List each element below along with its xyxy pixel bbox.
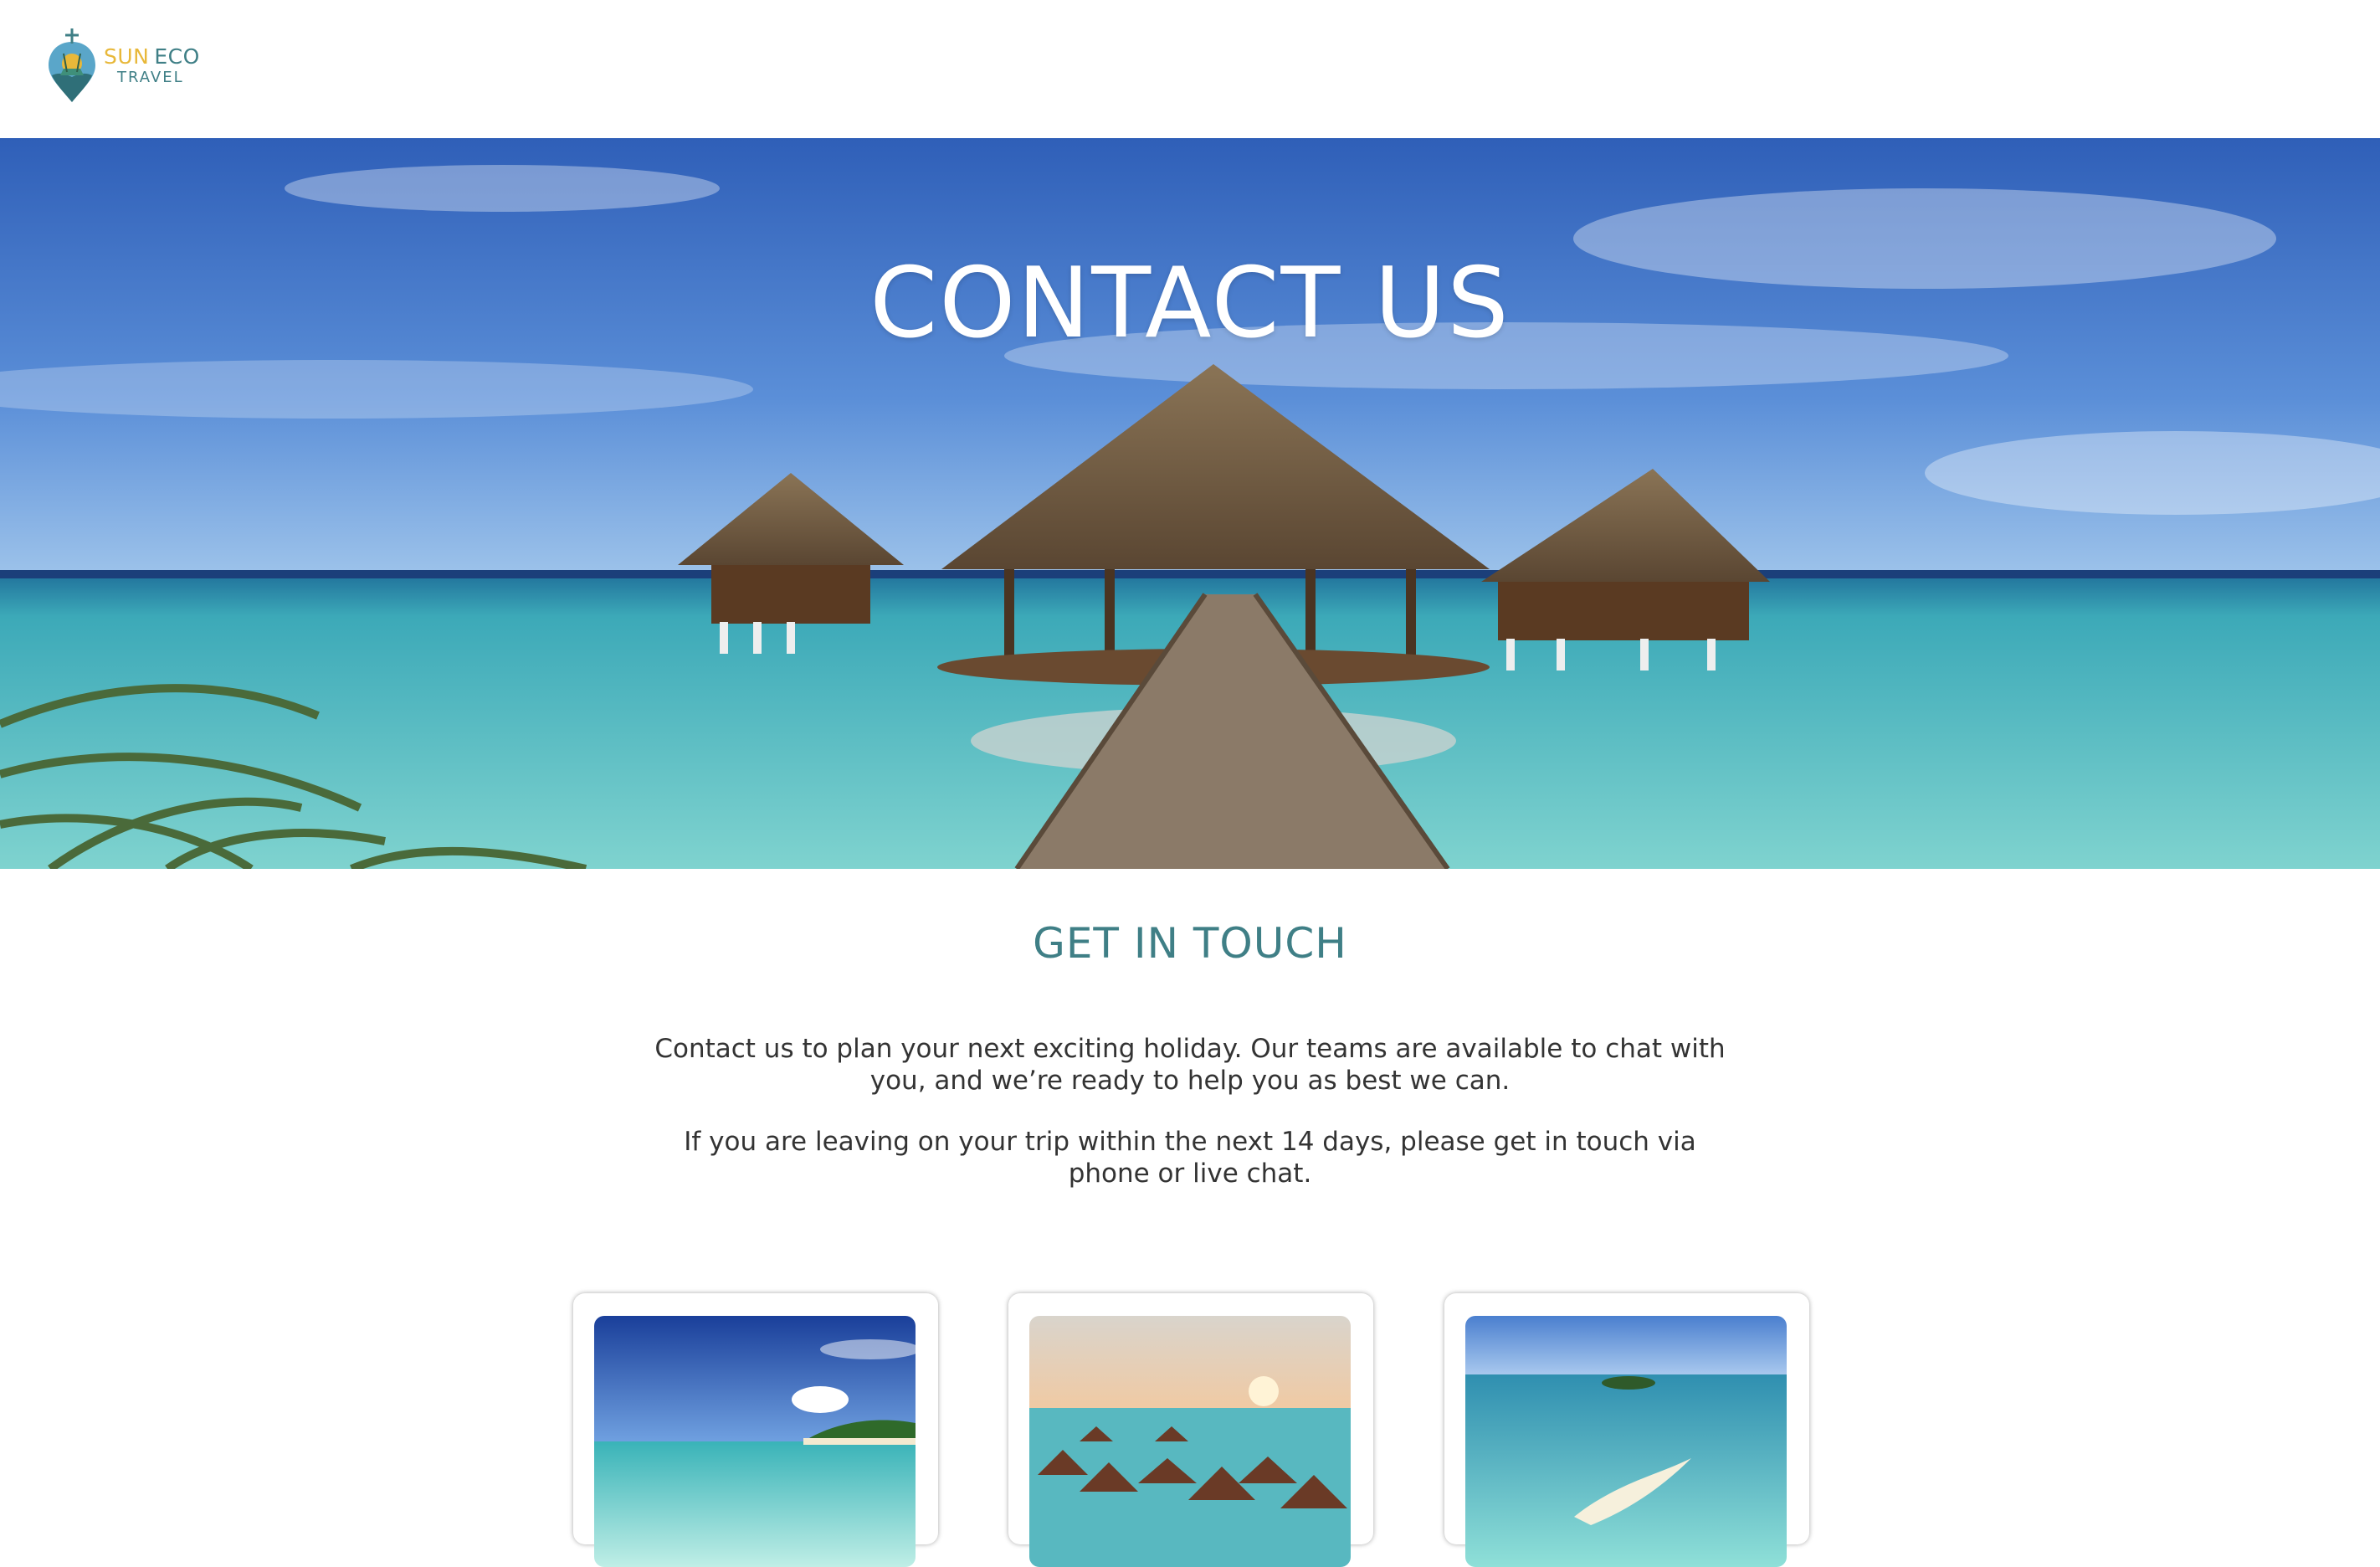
contact-card-2[interactable] <box>1008 1293 1373 1567</box>
notice-paragraph: If you are leaving on your trip within t… <box>684 1127 1696 1189</box>
island-sandbar-image <box>1465 1316 1787 1567</box>
intro-paragraph: Contact us to plan your next exciting ho… <box>654 1034 1726 1096</box>
hero-banner: CONTACT US <box>0 138 2380 869</box>
contact-card-3[interactable] <box>1444 1293 1809 1567</box>
brand-name-eco: ECO <box>154 44 200 69</box>
water-villas-sunset-image <box>1029 1316 1351 1567</box>
tropical-beach-image <box>594 1316 916 1567</box>
section-heading: GET IN TOUCH <box>1033 919 1347 968</box>
brand-name-travel: TRAVEL <box>117 68 184 86</box>
map-pin-logo-icon <box>49 28 95 102</box>
brand-wordmark: SUN ECO TRAVEL <box>104 46 200 85</box>
brand-logo[interactable]: SUN ECO TRAVEL <box>44 25 200 105</box>
contact-card-1[interactable] <box>573 1293 938 1567</box>
site-header: SUN ECO TRAVEL <box>0 0 2380 138</box>
brand-name-sun: SUN <box>104 44 150 69</box>
page-title: CONTACT US <box>869 247 1511 360</box>
